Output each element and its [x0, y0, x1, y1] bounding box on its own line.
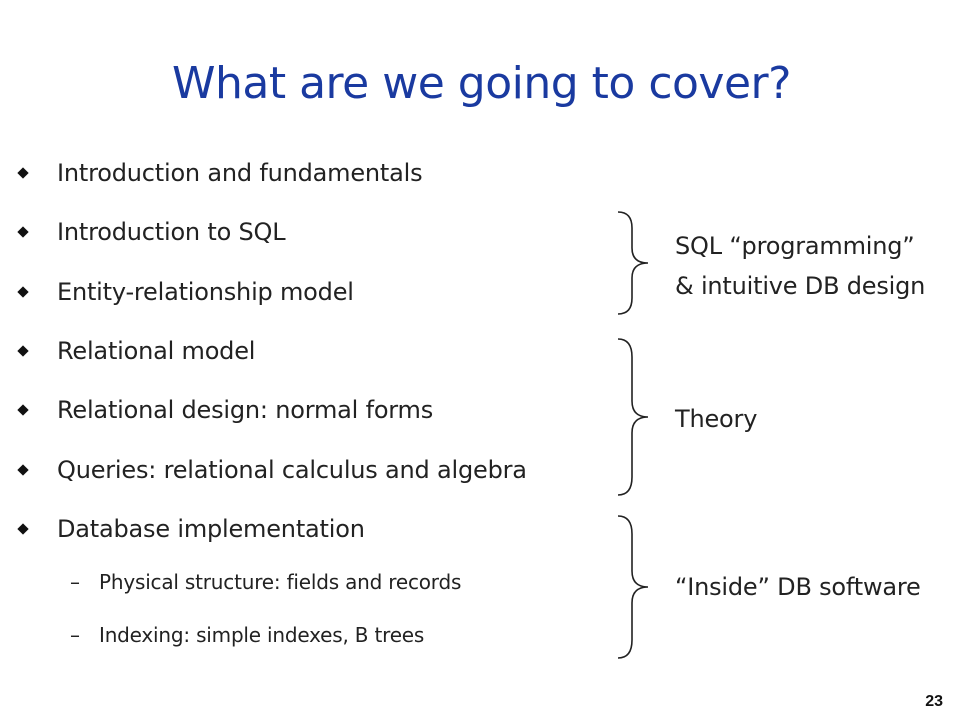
diamond-bullet-icon	[17, 404, 29, 416]
group-label-line: & intuitive DB design	[675, 272, 926, 300]
diamond-bullet-icon	[17, 345, 29, 357]
bullet-text: Entity-relationship model	[57, 278, 354, 306]
bullet-text: Queries: relational calculus and algebra	[57, 456, 527, 484]
diamond-bullet-icon	[17, 464, 29, 476]
bullet-text: Introduction and fundamentals	[57, 159, 423, 187]
bullet-item: Introduction to SQL	[15, 212, 286, 252]
bullet-text: Relational model	[57, 337, 256, 365]
group-label-line: SQL “programming”	[675, 232, 915, 260]
group-label-sql: SQL “programming” & intuitive DB design	[675, 226, 925, 306]
diamond-bullet-icon	[17, 167, 29, 179]
diamond-bullet-icon	[17, 226, 29, 238]
sub-bullet-item: – Indexing: simple indexes, B trees	[70, 620, 424, 650]
bullet-item: Entity-relationship model	[15, 272, 354, 312]
bullet-item: Queries: relational calculus and algebra	[15, 450, 527, 490]
right-brace-icon	[617, 515, 649, 659]
group-label-inside: “Inside” DB software	[675, 567, 921, 607]
bullet-item: Relational model	[15, 331, 255, 371]
right-brace-icon	[617, 338, 649, 496]
bullet-item: Relational design: normal forms	[15, 390, 433, 430]
dash-bullet-icon: –	[70, 623, 80, 647]
diamond-bullet-icon	[17, 523, 29, 535]
group-label-line: Theory	[675, 405, 758, 433]
bullet-item: Introduction and fundamentals	[15, 153, 423, 193]
sub-bullet-text: Physical structure: fields and records	[99, 570, 462, 594]
sub-bullet-item: – Physical structure: fields and records	[70, 567, 461, 597]
dash-bullet-icon: –	[70, 570, 80, 594]
bullet-text: Database implementation	[57, 515, 365, 543]
sub-bullet-text: Indexing: simple indexes, B trees	[99, 623, 425, 647]
bullet-text: Introduction to SQL	[57, 218, 286, 246]
group-label-line: “Inside” DB software	[675, 573, 921, 601]
right-brace-icon	[617, 211, 649, 315]
group-label-theory: Theory	[675, 399, 757, 439]
bullet-text: Relational design: normal forms	[57, 396, 434, 424]
bullet-item: Database implementation	[15, 509, 365, 549]
slide-title: What are we going to cover?	[172, 58, 791, 109]
page-number: 23	[925, 693, 943, 710]
diamond-bullet-icon	[17, 286, 29, 298]
